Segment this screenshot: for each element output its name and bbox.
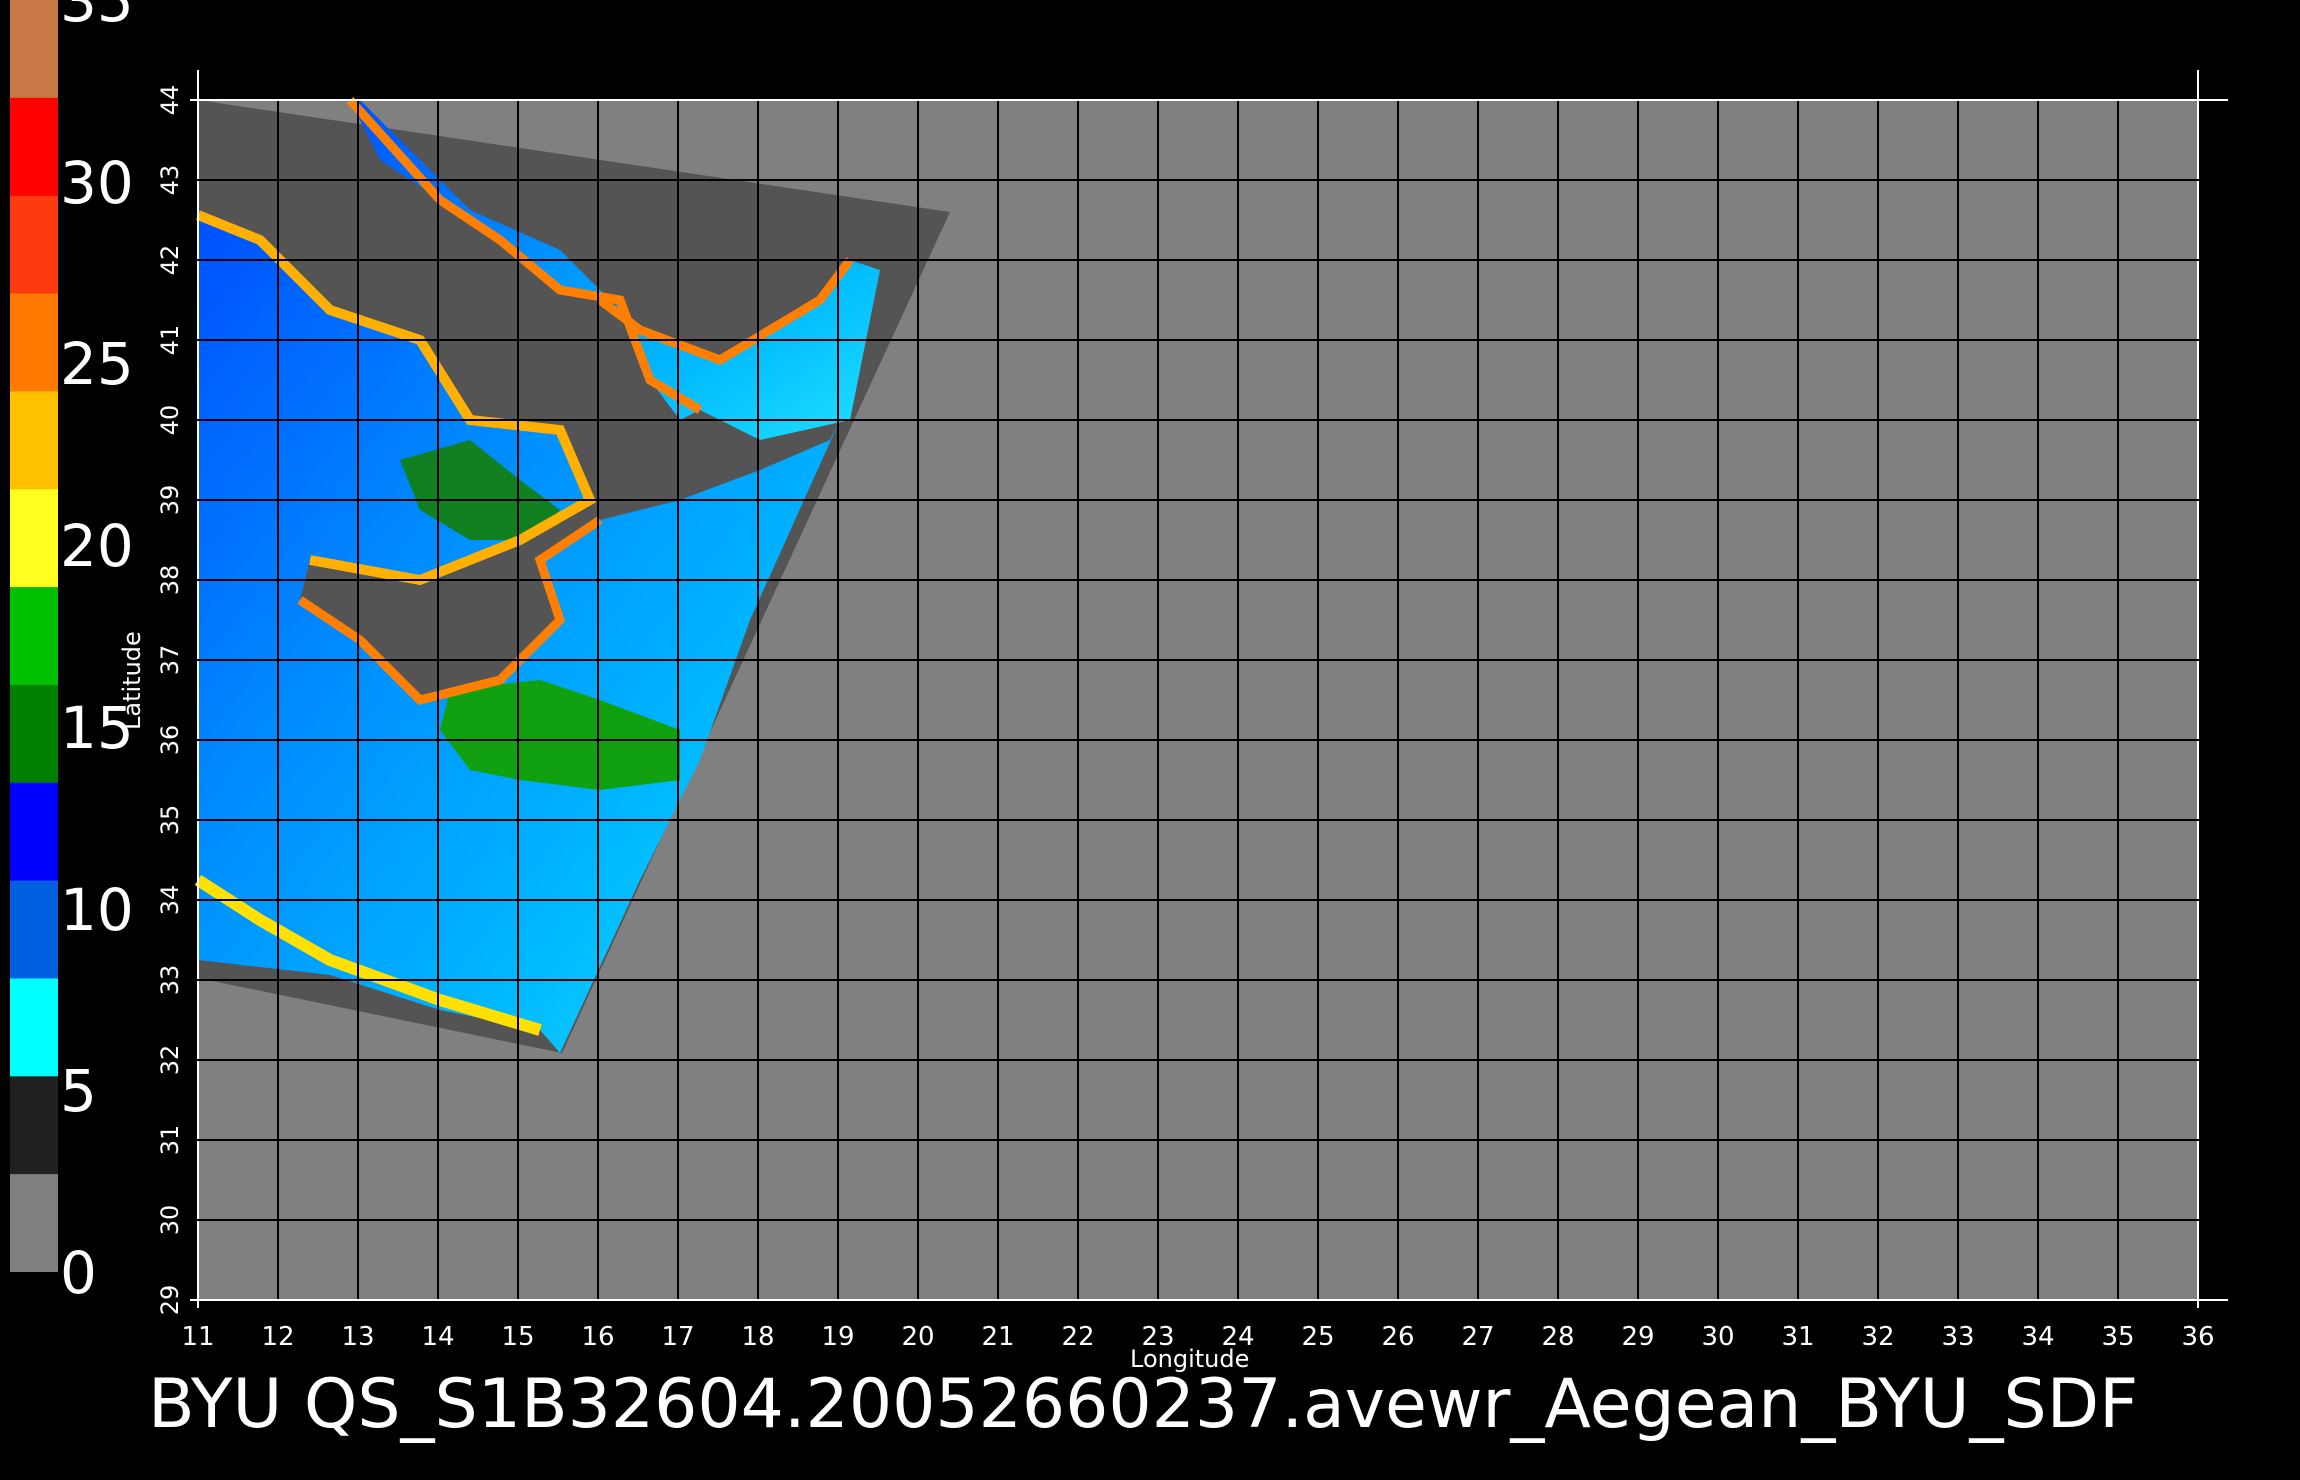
colorbar-tick-label: 35 [60, 0, 134, 35]
x-tick-label: 13 [341, 1322, 374, 1352]
y-tick-label: 43 [156, 165, 184, 196]
x-tick-label: 32 [1861, 1322, 1894, 1352]
x-tick-label: 25 [1301, 1322, 1334, 1352]
x-tick-label: 28 [1541, 1322, 1574, 1352]
x-tick-label: 22 [1061, 1322, 1094, 1352]
colorbar-tick-label: 0 [60, 1239, 97, 1307]
x-tick-label: 17 [661, 1322, 694, 1352]
y-tick-label: 33 [156, 965, 184, 996]
colorbar-tick-label: 25 [60, 330, 134, 399]
y-tick-label: 39 [156, 485, 184, 516]
colorbar-tick-label: 20 [60, 512, 134, 581]
x-tick-label: 18 [741, 1322, 774, 1352]
latitude-tick-labels: 29 30 31 32 33 34 35 36 37 38 39 40 41 42 43 44 [156, 85, 184, 1316]
x-tick-label: 33 [1941, 1322, 1974, 1352]
y-tick-label: 36 [156, 725, 184, 756]
x-tick-label: 15 [501, 1322, 534, 1352]
caption: BYU QS_S1B32604.20052660237.avewr_Aegean… [148, 1365, 2139, 1444]
x-tick-label: 11 [181, 1322, 214, 1352]
x-tick-label: 16 [581, 1322, 614, 1352]
x-tick-label: 26 [1381, 1322, 1414, 1352]
x-tick-label: 20 [901, 1322, 934, 1352]
y-tick-label: 38 [156, 565, 184, 596]
y-tick-label: 40 [156, 405, 184, 436]
wind-speed-map: 11 12 13 14 15 16 17 18 19 20 21 22 23 24 25 26 27 28 29 30… [156, 70, 2228, 1352]
y-tick-label: 30 [156, 1205, 184, 1236]
y-tick-label: 32 [156, 1045, 184, 1076]
x-tick-label: 29 [1621, 1322, 1654, 1352]
colorbar-tick-label: 30 [60, 148, 134, 217]
x-tick-label: 14 [421, 1322, 454, 1352]
x-tick-label: 31 [1781, 1322, 1814, 1352]
y-tick-label: 44 [156, 85, 184, 116]
y-tick-label: 37 [156, 645, 184, 676]
y-tick-label: 35 [156, 805, 184, 836]
x-tick-label: 19 [821, 1322, 854, 1352]
y-axis-label: Latitude [118, 631, 146, 730]
x-tick-label: 30 [1701, 1322, 1734, 1352]
x-tick-label: 27 [1461, 1322, 1494, 1352]
y-tick-label: 31 [156, 1125, 184, 1156]
x-tick-label: 21 [981, 1322, 1014, 1352]
y-tick-label: 34 [156, 885, 184, 916]
colorbar-tick-label: 10 [60, 875, 134, 944]
y-tick-label: 29 [156, 1285, 184, 1316]
y-tick-label: 41 [156, 325, 184, 356]
x-tick-label: 34 [2021, 1322, 2054, 1352]
y-tick-label: 42 [156, 245, 184, 276]
x-tick-label: 36 [2181, 1322, 2214, 1352]
x-tick-label: 35 [2101, 1322, 2134, 1352]
x-tick-label: 12 [261, 1322, 294, 1352]
colorbar-tick-label: 5 [60, 1057, 97, 1126]
